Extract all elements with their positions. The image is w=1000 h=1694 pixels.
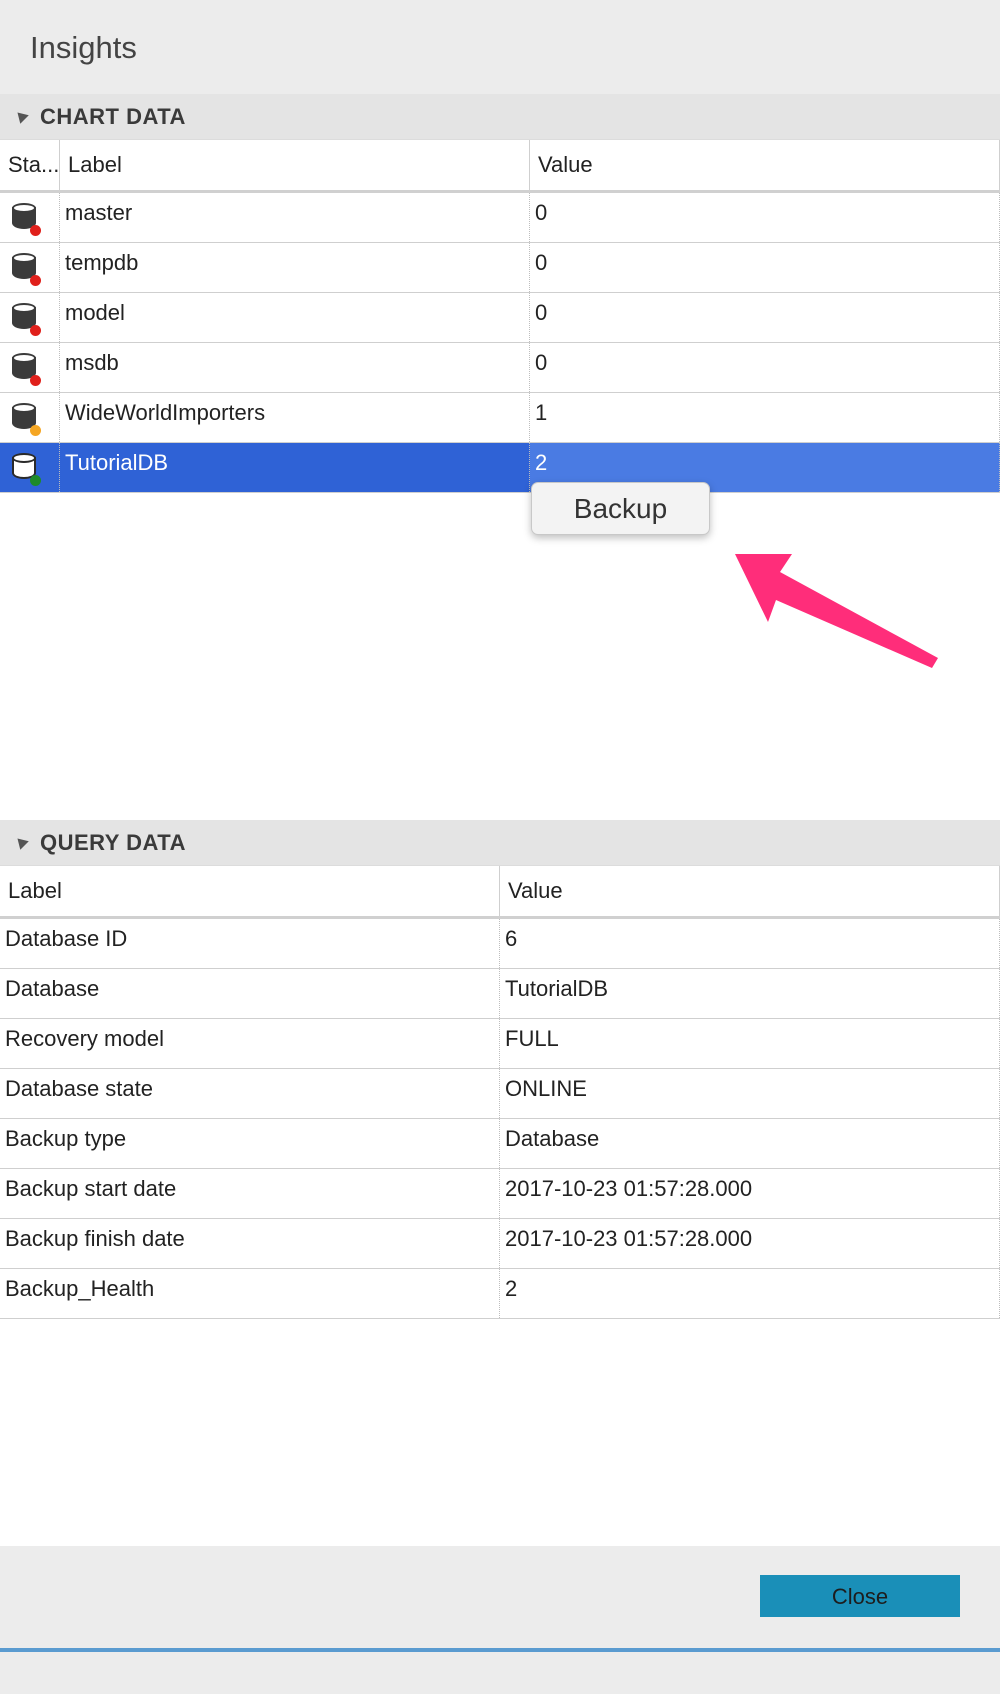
table-row[interactable]: Backup type Database (0, 1119, 1000, 1169)
table-row[interactable]: WideWorldImporters 1 (0, 393, 1000, 443)
database-icon (12, 203, 41, 236)
label-cell: master (60, 193, 530, 242)
status-cell (0, 443, 60, 492)
table-row[interactable]: tempdb 0 (0, 243, 1000, 293)
label-cell: msdb (60, 343, 530, 392)
table-row[interactable]: Database TutorialDB (0, 969, 1000, 1019)
label-cell: WideWorldImporters (60, 393, 530, 442)
label-cell: Backup type (0, 1119, 500, 1168)
database-icon (12, 303, 41, 336)
query-data-rows: Database ID 6 Database TutorialDB Recovery m… (0, 919, 1000, 1319)
status-cell (0, 243, 60, 292)
label-cell: Database ID (0, 919, 500, 968)
value-cell: 0 (530, 193, 1000, 242)
table-row[interactable]: model 0 (0, 293, 1000, 343)
table-row[interactable]: master 0 (0, 193, 1000, 243)
label-cell: Backup_Health (0, 1269, 500, 1318)
value-cell: 6 (500, 919, 1000, 968)
value-cell: 0 (530, 343, 1000, 392)
table-row[interactable]: Backup start date 2017-10-23 01:57:28.000 (0, 1169, 1000, 1219)
label-cell: Database (0, 969, 500, 1018)
bottom-divider (0, 1648, 1000, 1652)
status-dot-icon (30, 275, 41, 286)
query-data-grid: Label Value Database ID 6 Database Tutorial… (0, 865, 1000, 1319)
section-title: CHART DATA (40, 104, 186, 129)
table-row[interactable]: Backup finish date 2017-10-23 01:57:28.00… (0, 1219, 1000, 1269)
column-header-label[interactable]: Label (60, 140, 530, 190)
status-dot-icon (30, 225, 41, 236)
chart-data-section-header[interactable]: CHART DATA (0, 94, 1000, 139)
database-icon (12, 353, 41, 386)
label-cell: Backup start date (0, 1169, 500, 1218)
label-cell: model (60, 293, 530, 342)
label-cell: Backup finish date (0, 1219, 500, 1268)
database-icon (12, 403, 41, 436)
table-row[interactable]: Backup_Health 2 (0, 1269, 1000, 1319)
value-cell: 2 (500, 1269, 1000, 1318)
status-cell (0, 393, 60, 442)
column-header-label[interactable]: Label (0, 866, 500, 916)
column-header-status[interactable]: Sta... (0, 140, 60, 190)
label-cell: Recovery model (0, 1019, 500, 1068)
close-button[interactable]: Close (760, 1575, 960, 1617)
chart-data-rows: master 0 tempdb 0 model 0 msdb 0 WideWorldImport… (0, 193, 1000, 493)
value-cell: ONLINE (500, 1069, 1000, 1118)
table-row[interactable]: Recovery model FULL (0, 1019, 1000, 1069)
value-cell: 0 (530, 293, 1000, 342)
table-row[interactable]: TutorialDB 2 (0, 443, 1000, 493)
value-cell: TutorialDB (500, 969, 1000, 1018)
value-cell: FULL (500, 1019, 1000, 1068)
value-cell: 2017-10-23 01:57:28.000 (500, 1219, 1000, 1268)
query-data-grid-header: Label Value (0, 865, 1000, 919)
collapse-triangle-icon[interactable] (13, 834, 29, 850)
status-dot-icon (30, 325, 41, 336)
database-icon (12, 453, 41, 486)
table-row[interactable]: Database state ONLINE (0, 1069, 1000, 1119)
title-bar: Insights (0, 0, 1000, 94)
label-cell: TutorialDB (60, 443, 530, 492)
table-row[interactable]: Database ID 6 (0, 919, 1000, 969)
collapse-triangle-icon[interactable] (13, 108, 29, 124)
status-dot-icon (30, 375, 41, 386)
section-title: QUERY DATA (40, 830, 186, 855)
annotation-arrow-icon (735, 554, 938, 668)
status-cell (0, 343, 60, 392)
status-dot-icon (30, 475, 41, 486)
label-cell: Database state (0, 1069, 500, 1118)
label-cell: tempdb (60, 243, 530, 292)
table-row[interactable]: msdb 0 (0, 343, 1000, 393)
query-data-section-header[interactable]: QUERY DATA (0, 820, 1000, 865)
value-cell: 0 (530, 243, 1000, 292)
insights-dialog: Insights CHART DATA Sta... Label Value m… (0, 0, 1000, 1694)
status-cell (0, 193, 60, 242)
chart-data-grid-header: Sta... Label Value (0, 139, 1000, 193)
column-header-value[interactable]: Value (500, 866, 1000, 916)
status-dot-icon (30, 425, 41, 436)
value-cell: Database (500, 1119, 1000, 1168)
context-menu-backup[interactable]: Backup (531, 482, 710, 535)
column-header-value[interactable]: Value (530, 140, 1000, 190)
dialog-title: Insights (30, 30, 137, 65)
status-cell (0, 293, 60, 342)
dialog-footer (0, 1546, 1000, 1694)
value-cell: 1 (530, 393, 1000, 442)
value-cell: 2017-10-23 01:57:28.000 (500, 1169, 1000, 1218)
chart-data-grid: Sta... Label Value master 0 tempdb 0 model 0 m… (0, 139, 1000, 493)
database-icon (12, 253, 41, 286)
